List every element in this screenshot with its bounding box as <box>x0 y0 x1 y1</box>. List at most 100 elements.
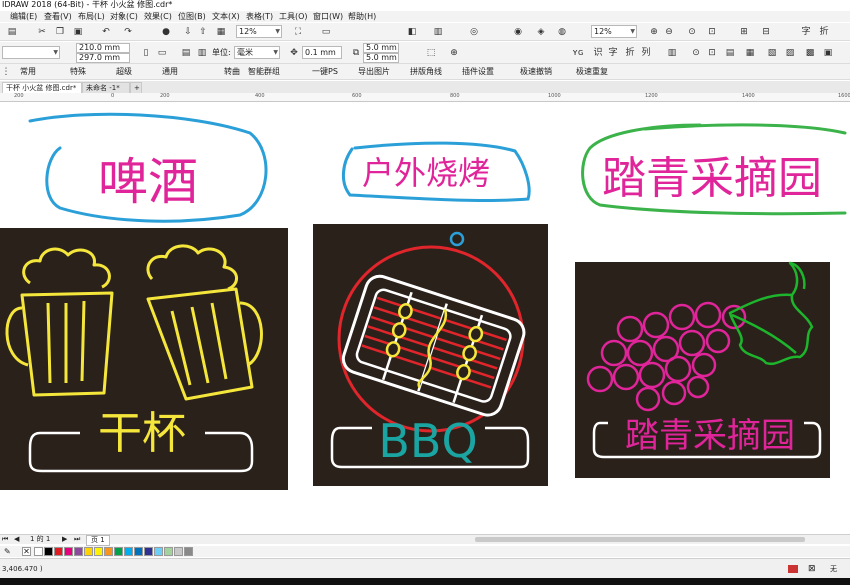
color-swatch[interactable] <box>94 547 103 556</box>
next-page-icon[interactable]: ▶ <box>62 535 67 544</box>
plugin-zhuanqu[interactable]: 转曲 <box>224 66 240 78</box>
duplicate-y-field[interactable]: 5.0 mm <box>363 53 399 63</box>
zoom-in-icon[interactable]: ⊕ <box>648 26 660 38</box>
plugin-one-key-ps[interactable]: 一键PS <box>312 66 338 78</box>
cut-icon[interactable]: ✂ <box>36 26 48 38</box>
text-lie-icon[interactable]: 列 <box>640 47 652 59</box>
zoom-out-icon[interactable]: ⊖ <box>663 26 675 38</box>
color-swatch[interactable] <box>34 547 43 556</box>
app-launcher-icon[interactable]: ◧ <box>406 26 418 38</box>
doc-tab-active[interactable]: 干杯 小火盆 修图.cdr* <box>2 82 82 93</box>
welcome-icon[interactable]: ▥ <box>432 26 444 38</box>
color-swatch[interactable] <box>114 547 123 556</box>
color-swatch[interactable] <box>54 547 63 556</box>
text-zi-icon[interactable]: 字 <box>607 47 619 59</box>
color-swatch[interactable] <box>164 547 173 556</box>
menu-text[interactable]: 文本(X) <box>212 11 240 22</box>
import-icon[interactable]: ⇩ <box>182 26 194 38</box>
menu-view[interactable]: 查看(V) <box>44 11 72 22</box>
color-swatch[interactable] <box>184 547 193 556</box>
export-icon[interactable]: ⇧ <box>197 26 209 38</box>
plugin-changyong[interactable]: 常用 <box>20 66 36 78</box>
full-screen-icon[interactable]: ⛶ <box>292 26 304 38</box>
zoom-dropdown-right[interactable]: 12% ▼ <box>591 25 637 38</box>
menu-effects[interactable]: 效果(C) <box>144 11 172 22</box>
menu-bitmaps[interactable]: 位图(B) <box>178 11 206 22</box>
grid-icon[interactable]: ▦ <box>744 47 756 59</box>
save-icon[interactable]: ▤ <box>6 26 18 38</box>
text-tool-zhe[interactable]: 折 <box>818 26 830 38</box>
menu-table[interactable]: 表格(T) <box>246 11 273 22</box>
color-swatch[interactable] <box>44 547 53 556</box>
color-swatch[interactable] <box>124 547 133 556</box>
search-content-icon[interactable]: ● <box>160 26 172 38</box>
redo-icon[interactable]: ↷ <box>122 26 134 38</box>
rulers-icon[interactable]: ▭ <box>320 26 332 38</box>
undo-icon[interactable]: ↶ <box>100 26 112 38</box>
plugin-yg-icon[interactable]: ʏɢ <box>572 47 584 59</box>
menu-tools[interactable]: 工具(O) <box>279 11 308 22</box>
menu-edit[interactable]: 编辑(E) <box>10 11 37 22</box>
landscape-icon[interactable]: ▭ <box>156 47 168 59</box>
nudge-distance-field[interactable]: 0.1 mm <box>302 46 342 59</box>
portrait-icon[interactable]: ▯ <box>140 47 152 59</box>
view-icon[interactable]: ▨ <box>784 47 796 59</box>
menu-help[interactable]: 帮助(H) <box>348 11 376 22</box>
units-dropdown[interactable]: 毫米 ▼ <box>234 46 280 59</box>
zoom-page-icon[interactable]: ⊞ <box>738 26 750 38</box>
zoom-all-icon[interactable]: ⊡ <box>706 26 718 38</box>
treat-as-filled-icon[interactable]: ⬚ <box>425 47 437 59</box>
color-swatch[interactable] <box>144 547 153 556</box>
plugin-smart-group[interactable]: 智能群组 <box>248 66 280 78</box>
menu-object[interactable]: 对象(C) <box>110 11 138 22</box>
plugin-b-icon[interactable]: ◈ <box>535 26 547 38</box>
plugin-crop-marks[interactable]: 拼版角线 <box>410 66 442 78</box>
text-zhe-icon[interactable]: 折 <box>624 47 636 59</box>
current-page-icon[interactable]: ▥ <box>196 47 208 59</box>
pdf-icon[interactable]: ▦ <box>215 26 227 38</box>
horizontal-scrollbar[interactable] <box>475 537 805 542</box>
plugin-fast-undo[interactable]: 极速撤销 <box>520 66 552 78</box>
drawing-canvas[interactable]: 啤酒 户外烧烤 踏青采摘园 干杯 BBQ 踏青采摘园 <box>0 103 850 533</box>
new-tab-icon[interactable]: + <box>130 82 142 93</box>
quick-customize-icon[interactable]: ⊕ <box>448 47 460 59</box>
no-fill-swatch[interactable]: ✕ <box>22 547 31 556</box>
eyedropper-icon[interactable]: ✎ <box>4 547 11 556</box>
copy-icon[interactable]: ❐ <box>54 26 66 38</box>
horizontal-ruler[interactable]: 200 0 200 400 600 800 1000 1200 1400 160… <box>0 93 850 102</box>
plugin-tongyong[interactable]: 通用 <box>162 66 178 78</box>
align-icon[interactable]: ▥ <box>666 47 678 59</box>
plugin-fast-redo[interactable]: 极速重复 <box>576 66 608 78</box>
plugin-c-icon[interactable]: ◍ <box>556 26 568 38</box>
color-swatch[interactable] <box>174 547 183 556</box>
options-icon[interactable]: ◎ <box>468 26 480 38</box>
plugin-a-icon[interactable]: ◉ <box>512 26 524 38</box>
plugin-settings[interactable]: 插件设置 <box>462 66 494 78</box>
paper-size-dropdown[interactable]: ▼ <box>2 46 60 59</box>
color-swatch[interactable] <box>84 547 93 556</box>
zoom-level-dropdown[interactable]: 12% ▼ <box>236 25 282 38</box>
zoom-page-width-icon[interactable]: ▤ <box>724 47 736 59</box>
color-swatch[interactable] <box>64 547 73 556</box>
plugin-teshu[interactable]: 特殊 <box>70 66 86 78</box>
color-swatch[interactable] <box>104 547 113 556</box>
page-tab-1[interactable]: 页 1 <box>86 535 110 546</box>
more-icon[interactable]: ▣ <box>822 47 834 59</box>
text-shi-icon[interactable]: 识 <box>592 47 604 59</box>
zoom-fit-icon[interactable]: ⊡ <box>706 47 718 59</box>
paste-icon[interactable]: ▣ <box>72 26 84 38</box>
plugin-export-image[interactable]: 导出图片 <box>358 66 390 78</box>
menu-layout[interactable]: 布局(L) <box>78 11 105 22</box>
text-tool-zi[interactable]: 字 <box>800 26 812 38</box>
page-height-field[interactable]: 297.0 mm <box>76 53 130 63</box>
magnify-icon[interactable]: ⊙ <box>690 47 702 59</box>
fill-indicator-icon[interactable] <box>788 565 798 573</box>
plugin-chaoji[interactable]: 超级 <box>116 66 132 78</box>
menu-window[interactable]: 窗口(W) <box>313 11 343 22</box>
layout-icon[interactable]: ▧ <box>766 47 778 59</box>
color-swatch[interactable] <box>154 547 163 556</box>
first-page-icon[interactable]: ⏮ <box>2 535 8 544</box>
doc-tab-untitled[interactable]: 未命名 -1* <box>82 82 130 93</box>
prev-page-icon[interactable]: ◀ <box>14 535 19 544</box>
zoom-selection-icon[interactable]: ⊙ <box>686 26 698 38</box>
